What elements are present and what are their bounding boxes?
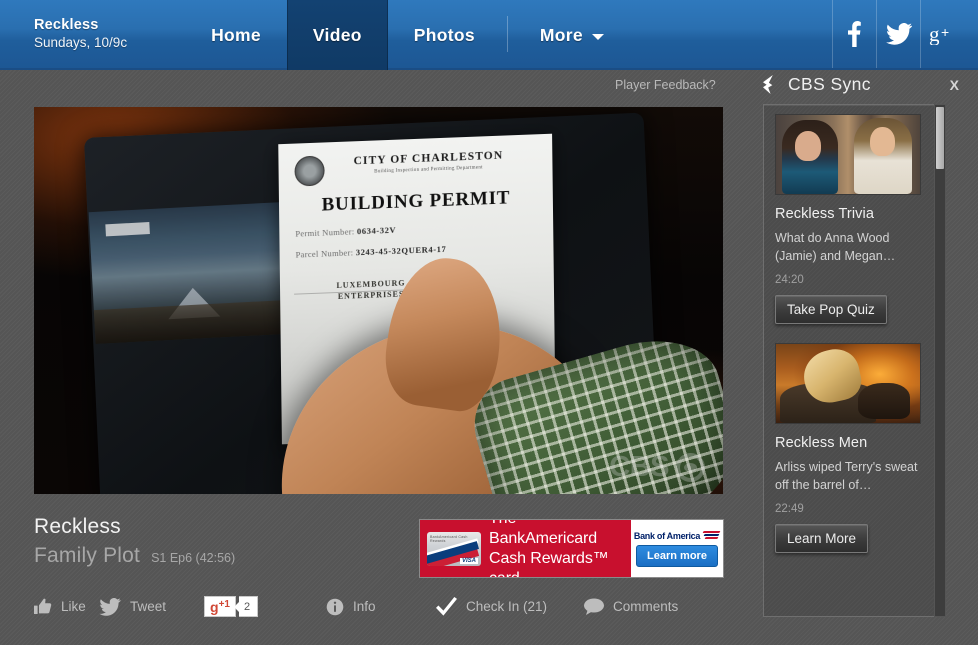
speech-bubble-icon bbox=[584, 598, 604, 615]
permit-title: BUILDING PERMIT bbox=[321, 187, 511, 216]
parcel-number-row: Parcel Number: 3243-45-32QUER4-17 bbox=[295, 240, 538, 260]
nav-tab-video[interactable]: Video bbox=[286, 0, 388, 70]
nav-tab-photos-label: Photos bbox=[413, 24, 475, 45]
twitter-icon[interactable] bbox=[876, 0, 920, 68]
brand-subtitle: Sundays, 10/9c bbox=[34, 35, 128, 50]
advertiser-name: Bank of America bbox=[633, 530, 701, 541]
video-player[interactable]: CITY OF CHARLESTON Building Inspection a… bbox=[34, 107, 723, 494]
video-show-title: Reckless bbox=[34, 515, 121, 538]
learn-more-button[interactable]: Learn More bbox=[775, 524, 869, 553]
like-label: Like bbox=[61, 599, 86, 614]
cbs-sync-header: CBS Sync X bbox=[763, 74, 963, 95]
permit-number-value: 0634-32V bbox=[356, 224, 397, 237]
sync-card-description: Arliss wiped Terry's sweat off the barre… bbox=[775, 460, 918, 492]
sync-card-thumbnail[interactable] bbox=[775, 114, 921, 195]
social-links: g + bbox=[832, 0, 978, 68]
thumbs-up-icon bbox=[34, 598, 52, 615]
facebook-icon[interactable] bbox=[832, 0, 876, 68]
ad-advertiser-panel: Bank of America Learn more bbox=[631, 520, 723, 577]
video-action-bar: Like Tweet g +1 2 Info Check In (21) Comm… bbox=[34, 596, 678, 617]
cbs-sync-title: CBS Sync bbox=[788, 74, 871, 94]
svg-text:+: + bbox=[941, 24, 949, 40]
nav-tab-list: Home Video Photos More bbox=[185, 0, 630, 70]
comments-button[interactable]: Comments bbox=[584, 598, 678, 615]
ad-headline: The BankAmericard Cash Rewards™ card bbox=[489, 520, 624, 578]
take-pop-quiz-button[interactable]: Take Pop Quiz bbox=[775, 295, 887, 324]
sync-card-title[interactable]: Reckless Trivia bbox=[775, 206, 921, 222]
ad-content: BankAmericard Cash Rewards VISA The Bank… bbox=[420, 520, 631, 577]
thumbnail-image-men bbox=[776, 344, 920, 423]
gplus-plus-label: +1 bbox=[218, 598, 230, 610]
nav-tab-photos[interactable]: Photos bbox=[388, 0, 501, 70]
thumb-dark-shape bbox=[858, 383, 910, 419]
nav-tab-more[interactable]: More bbox=[514, 0, 630, 70]
nav-tab-home-label: Home bbox=[211, 24, 261, 45]
cbs-sync-bolt-icon bbox=[763, 75, 780, 94]
info-button[interactable]: Info bbox=[326, 598, 436, 616]
checkmark-icon bbox=[436, 597, 457, 616]
close-icon[interactable]: X bbox=[946, 77, 963, 93]
card-network-label: VISA bbox=[459, 557, 478, 564]
sync-card-description: What do Anna Wood (Jamie) and Megan… bbox=[775, 231, 896, 263]
gplus-main: g +1 bbox=[204, 596, 236, 617]
nav-divider bbox=[506, 16, 508, 52]
info-icon bbox=[326, 598, 344, 616]
gplus-icon: g +1 2 bbox=[204, 596, 259, 617]
like-button[interactable]: Like bbox=[34, 598, 99, 615]
credit-card-image: BankAmericard Cash Rewards VISA bbox=[427, 531, 481, 566]
parcel-number-value: 3243-45-32QUER4-17 bbox=[355, 243, 447, 258]
sync-card-timestamp: 24:20 bbox=[775, 274, 804, 286]
sync-card-trivia: Reckless Trivia What do Anna Wood (Jamie… bbox=[775, 114, 921, 324]
thumbnail-image-trivia bbox=[776, 115, 920, 194]
sync-card-title[interactable]: Reckless Men bbox=[775, 435, 921, 451]
ad-learn-more-button[interactable]: Learn more bbox=[636, 544, 718, 567]
tweet-button[interactable]: Tweet bbox=[99, 597, 204, 616]
boa-flag-icon bbox=[702, 530, 721, 541]
gplus-g-label: g bbox=[210, 598, 219, 615]
advertisement-banner[interactable]: BankAmericard Cash Rewards VISA The Bank… bbox=[419, 519, 724, 578]
google-plus-icon[interactable]: g + bbox=[920, 0, 964, 68]
cbs-eye-icon bbox=[676, 453, 705, 482]
check-in-button[interactable]: Check In (21) bbox=[436, 597, 584, 616]
permit-number-row: Permit Number: 0634-32V bbox=[295, 219, 537, 239]
nav-tab-video-label: Video bbox=[312, 24, 362, 45]
nav-tab-more-label: More bbox=[539, 24, 583, 45]
chevron-down-icon bbox=[591, 34, 604, 40]
scrollbar-thumb[interactable] bbox=[936, 107, 944, 169]
tweet-label: Tweet bbox=[130, 599, 167, 614]
cbs-sync-panel: Reckless Trivia What do Anna Wood (Jamie… bbox=[763, 104, 946, 617]
gplus-count-badge: 2 bbox=[238, 596, 259, 617]
sync-card-thumbnail[interactable] bbox=[775, 343, 921, 424]
bank-of-america-logo: Bank of America bbox=[633, 530, 721, 541]
top-navigation-bar: Reckless Sundays, 10/9c Home Video Photo… bbox=[0, 0, 978, 70]
brand-title: Reckless bbox=[34, 17, 99, 33]
svg-text:g: g bbox=[929, 23, 940, 45]
twitter-bird-icon bbox=[99, 597, 121, 616]
sync-card-men: Reckless Men Arliss wiped Terry's sweat … bbox=[775, 343, 921, 553]
nav-tab-home[interactable]: Home bbox=[185, 0, 287, 70]
thumb-person-left bbox=[782, 120, 838, 194]
thumb-person-right bbox=[854, 118, 912, 194]
video-metadata: Reckless Family Plot S1 Ep6 (42:56) bbox=[34, 514, 235, 568]
city-seal-icon bbox=[294, 155, 325, 187]
sync-card-timestamp: 22:49 bbox=[775, 503, 804, 515]
video-episode-number: S1 Ep6 (42:56) bbox=[151, 551, 236, 565]
sync-panel-scrollbar[interactable] bbox=[934, 104, 946, 617]
video-frame-tablet-photo bbox=[88, 201, 292, 345]
ad-headline-line2: Cash Rewards™ card bbox=[489, 549, 609, 578]
google-plus-one-button[interactable]: g +1 2 bbox=[204, 596, 326, 617]
cbs-watermark: CBS bbox=[609, 451, 705, 484]
player-feedback-link[interactable]: Player Feedback? bbox=[615, 78, 716, 92]
video-episode-title: Family Plot bbox=[34, 544, 141, 567]
comments-label: Comments bbox=[613, 599, 679, 614]
parcel-number-label: Parcel Number: bbox=[295, 247, 354, 260]
ad-headline-line1: The BankAmericard bbox=[489, 520, 598, 547]
video-episode-line: Family Plot S1 Ep6 (42:56) bbox=[34, 544, 235, 568]
site-brand[interactable]: Reckless Sundays, 10/9c bbox=[0, 0, 147, 68]
check-in-label: Check In (21) bbox=[466, 599, 548, 614]
permit-number-label: Permit Number: bbox=[295, 226, 355, 239]
info-label: Info bbox=[353, 599, 376, 614]
cbs-watermark-label: CBS bbox=[609, 451, 669, 483]
